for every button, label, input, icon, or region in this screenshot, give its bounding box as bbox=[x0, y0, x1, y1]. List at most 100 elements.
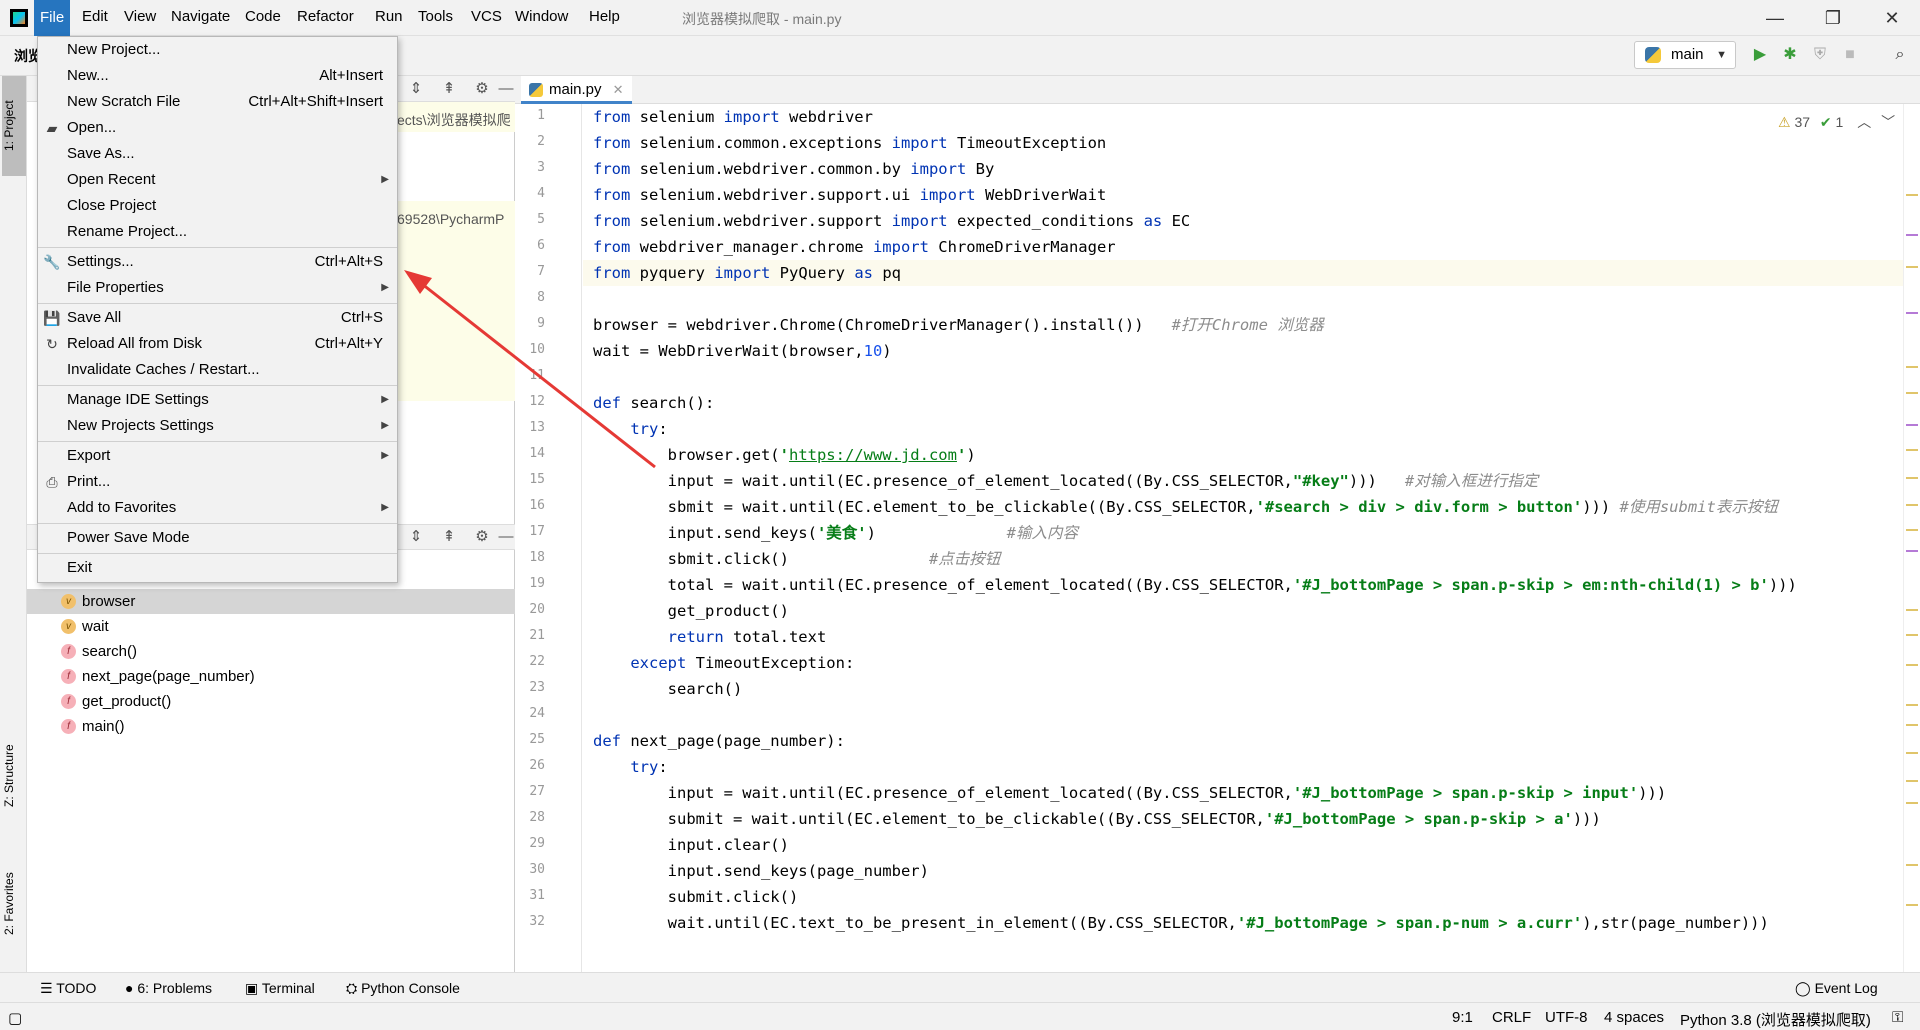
menu-item-settings[interactable]: 🔧 Settings... Ctrl+Alt+S bbox=[38, 249, 397, 275]
toggle-tool-windows-icon[interactable]: ▢ bbox=[8, 1009, 22, 1027]
warning-marker[interactable] bbox=[1906, 802, 1918, 804]
menu-item-reload-all[interactable]: ↻ Reload All from Disk Ctrl+Alt+Y bbox=[38, 331, 397, 357]
warning-marker[interactable] bbox=[1906, 266, 1918, 268]
warning-marker[interactable] bbox=[1906, 477, 1918, 479]
menu-item-new-scratch-file[interactable]: New Scratch File Ctrl+Alt+Shift+Insert bbox=[38, 89, 397, 115]
warning-marker[interactable] bbox=[1906, 366, 1918, 368]
menu-item-new-projects-settings[interactable]: New Projects Settings ▶ bbox=[38, 413, 397, 439]
menu-navigate[interactable]: Navigate bbox=[171, 8, 230, 25]
sort-icon[interactable]: ⇕ bbox=[407, 528, 425, 546]
warning-marker[interactable] bbox=[1906, 780, 1918, 782]
warning-marker[interactable] bbox=[1906, 904, 1918, 906]
menu-item-open[interactable]: ▰ Open... bbox=[38, 115, 397, 141]
menu-item-print[interactable]: ⎙ Print... bbox=[38, 469, 397, 495]
warning-marker[interactable] bbox=[1906, 504, 1918, 506]
external-libraries-path[interactable]: 69528\PycharmP bbox=[397, 211, 515, 227]
structure-item-search[interactable]: f search() bbox=[27, 639, 515, 664]
menu-tools[interactable]: Tools bbox=[418, 8, 453, 25]
menu-item-open-recent[interactable]: Open Recent ▶ bbox=[38, 167, 397, 193]
menu-run[interactable]: Run bbox=[375, 8, 403, 25]
menu-help[interactable]: Help bbox=[589, 8, 620, 25]
caret-position[interactable]: 9:1 bbox=[1452, 1009, 1473, 1026]
warning-marker[interactable] bbox=[1906, 664, 1918, 666]
todo-tool-button[interactable]: ☰ TODO bbox=[40, 980, 96, 997]
menu-item-export[interactable]: Export ▶ bbox=[38, 443, 397, 469]
run-icon[interactable]: ▶ bbox=[1749, 44, 1771, 66]
warning-marker[interactable] bbox=[1906, 864, 1918, 866]
code-editor[interactable]: from selenium import webdriver from sele… bbox=[583, 104, 1903, 972]
terminal-tool-button[interactable]: ▣ Terminal bbox=[245, 980, 315, 997]
menu-item-close-project[interactable]: Close Project bbox=[38, 193, 397, 219]
menu-item-exit[interactable]: Exit bbox=[38, 555, 397, 581]
warning-marker[interactable] bbox=[1906, 724, 1918, 726]
hide-icon[interactable]: — bbox=[497, 80, 515, 98]
close-tab-icon[interactable]: ✕ bbox=[613, 76, 624, 104]
chevron-down-icon[interactable]: ﹀ bbox=[1881, 114, 1895, 130]
structure-item-main[interactable]: f main() bbox=[27, 714, 515, 739]
tab-main-py[interactable]: main.py ✕ bbox=[521, 76, 632, 104]
menu-item-manage-ide-settings[interactable]: Manage IDE Settings ▶ bbox=[38, 387, 397, 413]
menu-refactor[interactable]: Refactor bbox=[297, 8, 354, 25]
marker[interactable] bbox=[1906, 424, 1918, 426]
menu-code[interactable]: Code bbox=[245, 8, 281, 25]
menu-item-file-properties[interactable]: File Properties ▶ bbox=[38, 275, 397, 301]
menu-view[interactable]: View bbox=[124, 8, 156, 25]
menu-edit[interactable]: Edit bbox=[82, 8, 108, 25]
file-encoding[interactable]: UTF-8 bbox=[1545, 1009, 1588, 1026]
indent-setting[interactable]: 4 spaces bbox=[1604, 1009, 1664, 1026]
tool-tab-structure[interactable]: Z: Structure bbox=[2, 726, 26, 826]
python-interpreter[interactable]: Python 3.8 (浏览器模拟爬取) bbox=[1680, 1009, 1871, 1030]
problems-tool-button[interactable]: ● 6: Problems bbox=[125, 980, 212, 996]
project-root-path[interactable]: ects\浏览器模拟爬 bbox=[397, 110, 515, 130]
warning-marker[interactable] bbox=[1906, 449, 1918, 451]
warning-marker[interactable] bbox=[1906, 529, 1918, 531]
structure-item-next-page[interactable]: f next_page(page_number) bbox=[27, 664, 515, 689]
structure-item-get-product[interactable]: f get_product() bbox=[27, 689, 515, 714]
warning-marker[interactable] bbox=[1906, 704, 1918, 706]
menu-item-add-to-favorites[interactable]: Add to Favorites ▶ bbox=[38, 495, 397, 521]
collapse-icon[interactable]: ⇞ bbox=[440, 80, 458, 98]
hide-icon[interactable]: — bbox=[497, 528, 515, 546]
error-stripe[interactable] bbox=[1903, 104, 1920, 972]
menu-item-new-project[interactable]: New Project... bbox=[38, 37, 397, 63]
marker[interactable] bbox=[1906, 550, 1918, 552]
lock-icon[interactable]: ⚿ bbox=[1892, 1009, 1903, 1026]
gear-icon[interactable]: ⚙ bbox=[473, 80, 491, 98]
menu-vcs[interactable]: VCS bbox=[471, 8, 502, 25]
menu-item-save-all[interactable]: 💾 Save All Ctrl+S bbox=[38, 305, 397, 331]
marker[interactable] bbox=[1906, 234, 1918, 236]
collapse-all-icon[interactable]: ⇕ bbox=[407, 80, 425, 98]
tool-tab-project[interactable]: 1: Project bbox=[2, 76, 26, 176]
menu-item-power-save-mode[interactable]: Power Save Mode bbox=[38, 525, 397, 551]
warning-marker[interactable] bbox=[1906, 752, 1918, 754]
line-separator[interactable]: CRLF bbox=[1492, 1009, 1531, 1026]
structure-item-wait[interactable]: v wait bbox=[27, 614, 515, 639]
warning-marker[interactable] bbox=[1906, 194, 1918, 196]
warning-marker[interactable] bbox=[1906, 392, 1918, 394]
minimize-icon[interactable]: — bbox=[1763, 6, 1787, 30]
warning-marker[interactable] bbox=[1906, 634, 1918, 636]
maximize-icon[interactable]: ❐ bbox=[1821, 6, 1845, 30]
debug-icon[interactable]: ✱ bbox=[1779, 44, 1801, 66]
coverage-icon[interactable]: ⛨ bbox=[1809, 44, 1831, 66]
menu-file[interactable]: File bbox=[34, 0, 71, 36]
menu-item-new[interactable]: New... Alt+Insert bbox=[38, 63, 397, 89]
marker[interactable] bbox=[1906, 312, 1918, 314]
search-icon[interactable]: ⌕ bbox=[1889, 44, 1911, 66]
warning-marker[interactable] bbox=[1906, 609, 1918, 611]
inspection-widget[interactable]: ⚠ 37 ✔ 1 ︿ ﹀ bbox=[1778, 112, 1895, 132]
python-console-tool-button[interactable]: ⛭ Python Console bbox=[346, 980, 460, 997]
menu-item-rename-project[interactable]: Rename Project... bbox=[38, 219, 397, 245]
close-icon[interactable]: ✕ bbox=[1880, 6, 1904, 30]
chevron-up-icon[interactable]: ︿ bbox=[1857, 114, 1871, 130]
menu-window[interactable]: Window bbox=[515, 8, 568, 25]
collapse-icon[interactable]: ⇞ bbox=[440, 528, 458, 546]
menu-item-save-as[interactable]: Save As... bbox=[38, 141, 397, 167]
stop-icon[interactable]: ■ bbox=[1839, 44, 1861, 66]
gear-icon[interactable]: ⚙ bbox=[473, 528, 491, 546]
run-configuration-selector[interactable]: main ▼ bbox=[1634, 41, 1736, 69]
menu-item-invalidate-caches[interactable]: Invalidate Caches / Restart... bbox=[38, 357, 397, 383]
event-log-tool-button[interactable]: ◯ Event Log bbox=[1795, 980, 1878, 997]
structure-item-browser[interactable]: v browser bbox=[27, 589, 515, 614]
tool-tab-favorites[interactable]: 2: Favorites bbox=[2, 854, 26, 954]
